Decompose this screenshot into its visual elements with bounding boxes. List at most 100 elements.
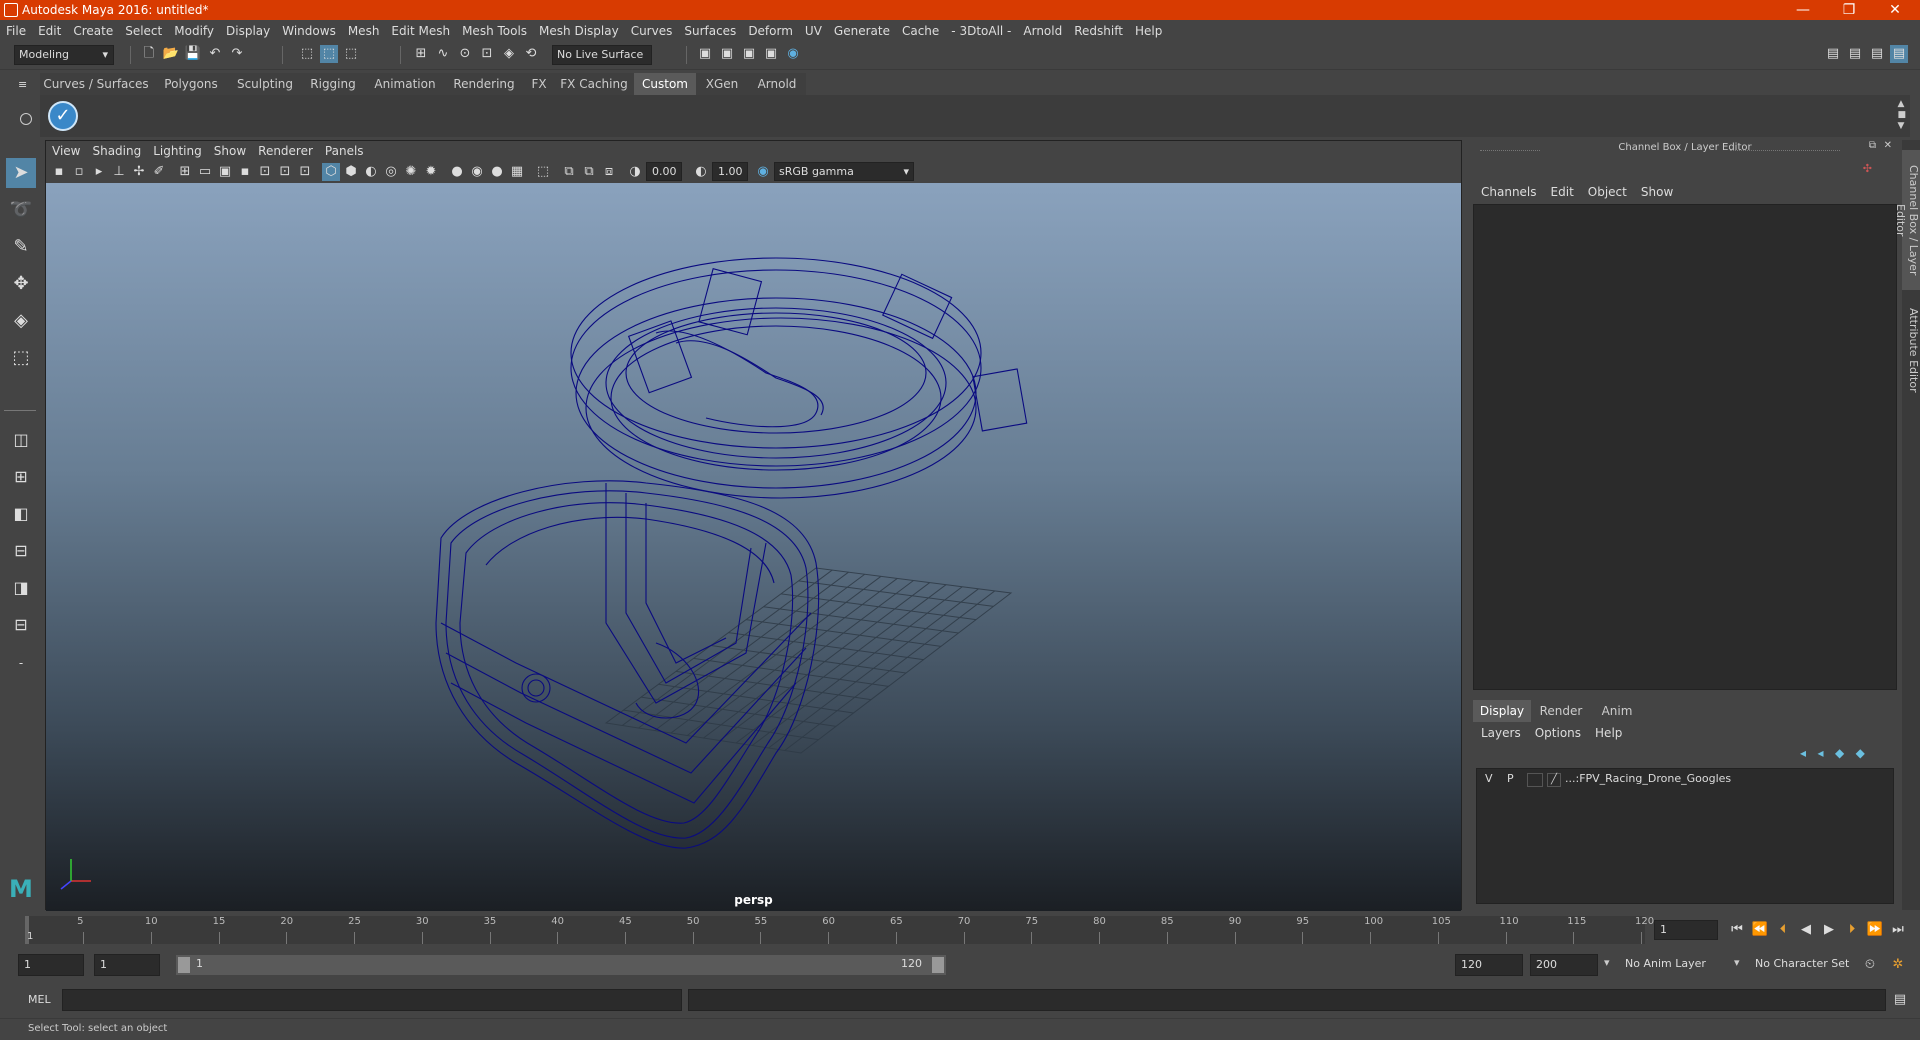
menu-file[interactable]: File bbox=[0, 20, 32, 42]
isolate-select-icon[interactable]: ⬚ bbox=[534, 163, 552, 181]
menu-windows[interactable]: Windows bbox=[276, 20, 342, 42]
shelf-tab-curves-surfaces[interactable]: Curves / Surfaces bbox=[40, 73, 152, 95]
character-set-dropdown[interactable]: No Character Set bbox=[1750, 954, 1868, 976]
step-forward-key-icon[interactable]: ⏩ bbox=[1865, 920, 1885, 940]
bookmark-icon[interactable]: ▸ bbox=[90, 163, 108, 181]
persp-graph-layout-icon[interactable]: ⊟ bbox=[6, 536, 36, 566]
gamma-icon[interactable]: ◐ bbox=[692, 163, 710, 181]
minimize-button[interactable]: — bbox=[1780, 0, 1826, 20]
play-backwards-icon[interactable]: ◀ bbox=[1796, 920, 1816, 940]
close-button[interactable]: ✕ bbox=[1872, 0, 1918, 20]
playback-start-field[interactable]: 1 bbox=[94, 954, 160, 976]
shelf-tab-custom[interactable]: Custom bbox=[634, 73, 696, 95]
menu-modify[interactable]: Modify bbox=[168, 20, 220, 42]
help-menu[interactable]: Help bbox=[1588, 724, 1629, 742]
chevron-down-icon[interactable]: ▾ bbox=[1604, 956, 1610, 969]
four-view-layout-icon[interactable]: ⊞ bbox=[6, 462, 36, 492]
shelf-scroll-icon[interactable]: ▲ ■ ▼ bbox=[1897, 99, 1906, 132]
field-chart-icon[interactable]: ⊡ bbox=[256, 163, 274, 181]
menu-create[interactable]: Create bbox=[67, 20, 119, 42]
menu-select[interactable]: Select bbox=[119, 20, 168, 42]
use-all-lights-icon[interactable]: ✺ bbox=[402, 163, 420, 181]
channel-box-toggle-icon[interactable]: ▤ bbox=[1890, 45, 1908, 63]
view-transform-dropdown[interactable]: sRGB gamma ▾ bbox=[774, 162, 914, 181]
snap-curve-icon[interactable]: ∿ bbox=[434, 45, 452, 63]
float-panel-icon[interactable]: ⧉ bbox=[1869, 140, 1876, 151]
viewport-menu-view[interactable]: View bbox=[46, 141, 86, 161]
shelf-tab-polygons[interactable]: Polygons bbox=[152, 73, 230, 95]
tool-settings-toggle-icon[interactable]: ▤ bbox=[1868, 45, 1886, 63]
shelf-tab-xgen[interactable]: XGen bbox=[696, 73, 748, 95]
new-layer-selected-icon[interactable]: ◆ bbox=[1835, 746, 1844, 760]
snap-point-icon[interactable]: ⊙ bbox=[456, 45, 474, 63]
menu-redshift[interactable]: Redshift bbox=[1068, 20, 1129, 42]
range-slider[interactable]: 1 120 bbox=[176, 955, 946, 975]
shelf-tab-arnold[interactable]: Arnold bbox=[748, 73, 806, 95]
shelf-settings-icon[interactable] bbox=[20, 113, 32, 125]
attribute-editor-toggle-icon[interactable]: ▤ bbox=[1846, 45, 1864, 63]
motion-blur-icon[interactable]: ◉ bbox=[468, 163, 486, 181]
viewport-menu-show[interactable]: Show bbox=[208, 141, 252, 161]
move-layer-down-icon[interactable]: ◂ bbox=[1817, 746, 1823, 760]
viewport-menu-lighting[interactable]: Lighting bbox=[147, 141, 208, 161]
animation-preferences-icon[interactable]: ✲ bbox=[1888, 955, 1908, 975]
shelf-tab-rigging[interactable]: Rigging bbox=[300, 73, 366, 95]
menu-edit[interactable]: Edit bbox=[32, 20, 67, 42]
screen-space-ao-icon[interactable]: ● bbox=[448, 163, 466, 181]
shelf-tab-fx[interactable]: FX bbox=[524, 73, 554, 95]
viewport-menu-shading[interactable]: Shading bbox=[86, 141, 147, 161]
layer-color-swatch[interactable]: ╱ bbox=[1547, 773, 1561, 787]
menu-curves[interactable]: Curves bbox=[625, 20, 679, 42]
safe-title-icon[interactable]: ⊡ bbox=[296, 163, 314, 181]
select-hierarchy-icon[interactable]: ⬚ bbox=[298, 45, 316, 63]
camera-attributes-icon[interactable]: ▫ bbox=[70, 163, 88, 181]
select-tool-icon[interactable]: ➤ bbox=[6, 158, 36, 188]
depth-of-field-icon[interactable]: ▦ bbox=[508, 163, 526, 181]
go-to-start-icon[interactable]: ⏮ bbox=[1727, 920, 1747, 940]
channels-menu[interactable]: Channels bbox=[1474, 183, 1544, 201]
image-plane-icon[interactable]: ⊥ bbox=[110, 163, 128, 181]
side-tab-attribute-editor[interactable]: Attribute Editor bbox=[1902, 305, 1920, 395]
render-frame-icon[interactable]: ▣ bbox=[718, 45, 736, 63]
undo-icon[interactable]: ↶ bbox=[206, 45, 224, 63]
close-panel-icon[interactable]: ✕ bbox=[1884, 140, 1892, 151]
xray-joints-icon[interactable]: ⧉ bbox=[580, 163, 598, 181]
xray-icon[interactable]: ⧉ bbox=[560, 163, 578, 181]
wireframe-icon[interactable]: ⬡ bbox=[322, 163, 340, 181]
persp-outliner-layout-icon[interactable]: ◧ bbox=[6, 499, 36, 529]
select-object-icon[interactable]: ⬚ bbox=[320, 45, 338, 63]
new-scene-icon[interactable]: 🗋 bbox=[140, 45, 158, 63]
panel-grip[interactable] bbox=[1730, 150, 1840, 151]
tab-anim[interactable]: Anim bbox=[1591, 700, 1643, 722]
side-tab-channel-box[interactable]: Channel Box / Layer Editor bbox=[1894, 150, 1920, 290]
shelf-tab-rendering[interactable]: Rendering bbox=[444, 73, 524, 95]
exposure-icon[interactable]: ◑ bbox=[626, 163, 644, 181]
make-live-icon[interactable]: ⟲ bbox=[522, 45, 540, 63]
save-scene-icon[interactable]: 💾 bbox=[184, 45, 202, 63]
channel-list[interactable] bbox=[1473, 204, 1897, 690]
menu-help[interactable]: Help bbox=[1129, 20, 1168, 42]
grid-toggle-icon[interactable]: ⊞ bbox=[176, 163, 194, 181]
select-component-icon[interactable]: ⬚ bbox=[342, 45, 360, 63]
current-frame-field[interactable]: 1 bbox=[1654, 920, 1718, 940]
exposure-field[interactable]: 0.00 bbox=[646, 162, 682, 181]
menu-deform[interactable]: Deform bbox=[742, 20, 799, 42]
layer-visibility-toggle[interactable]: V bbox=[1485, 772, 1493, 785]
redo-icon[interactable]: ↷ bbox=[228, 45, 246, 63]
render-settings-icon[interactable]: ▣ bbox=[762, 45, 780, 63]
new-layer-icon[interactable]: ◆ bbox=[1856, 746, 1865, 760]
menu-edit-mesh[interactable]: Edit Mesh bbox=[385, 20, 456, 42]
move-layer-up-icon[interactable]: ◂ bbox=[1800, 746, 1806, 760]
hypershade-icon[interactable]: ◉ bbox=[784, 45, 802, 63]
layer-playback-toggle[interactable]: P bbox=[1507, 772, 1514, 785]
live-surface-field[interactable]: No Live Surface bbox=[552, 45, 652, 65]
go-to-end-icon[interactable]: ⏭ bbox=[1888, 920, 1908, 940]
layer-display-type[interactable] bbox=[1527, 773, 1543, 787]
single-perspective-layout-icon[interactable]: ◫ bbox=[6, 425, 36, 455]
object-menu[interactable]: Object bbox=[1581, 183, 1634, 201]
anti-aliasing-icon[interactable]: ● bbox=[488, 163, 506, 181]
snap-grid-icon[interactable]: ⊞ bbox=[412, 45, 430, 63]
rotate-tool-icon[interactable]: ◈ bbox=[6, 306, 36, 336]
gate-mask-icon[interactable]: ▪ bbox=[236, 163, 254, 181]
menu-generate[interactable]: Generate bbox=[828, 20, 896, 42]
